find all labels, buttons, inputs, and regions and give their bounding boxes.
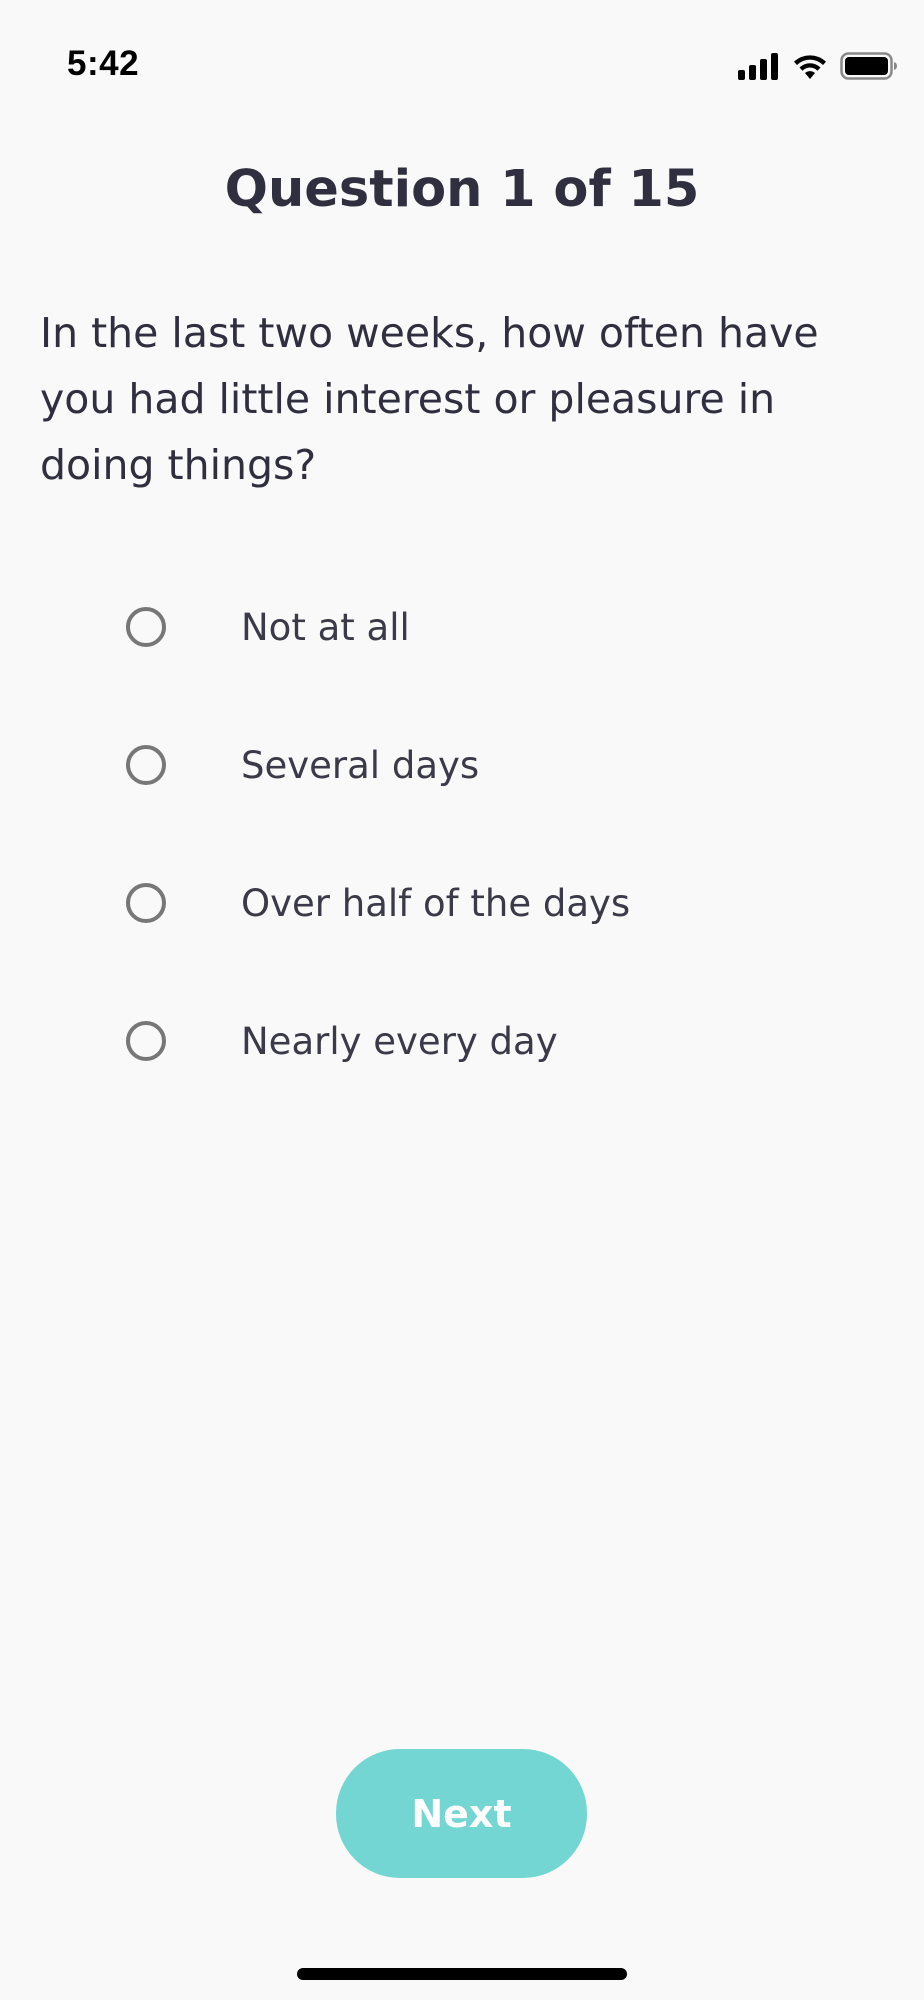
option-label: Several days [241, 743, 480, 787]
radio-button[interactable] [126, 745, 166, 785]
radio-button[interactable] [126, 883, 166, 923]
page-title: Question 1 of 15 [224, 160, 700, 219]
wifi-icon [792, 52, 828, 80]
radio-button[interactable] [126, 607, 166, 647]
option-several-days[interactable]: Several days [118, 720, 818, 810]
home-indicator [297, 1968, 627, 1980]
option-label: Over half of the days [241, 881, 631, 925]
option-over-half-of-the-days[interactable]: Over half of the days [118, 858, 818, 948]
next-button[interactable]: Next [336, 1749, 587, 1878]
option-label: Not at all [241, 605, 410, 649]
battery-icon [840, 52, 898, 80]
radio-button[interactable] [126, 1021, 166, 1061]
option-nearly-every-day[interactable]: Nearly every day [118, 996, 818, 1086]
option-not-at-all[interactable]: Not at all [118, 582, 818, 672]
cellular-signal-icon [738, 52, 780, 80]
question-text: In the last two weeks, how often have yo… [40, 309, 819, 489]
status-time: 5:42 [67, 44, 140, 83]
status-bar: 5:42 [0, 0, 924, 120]
status-icons [738, 48, 898, 84]
option-label: Nearly every day [241, 1019, 558, 1063]
